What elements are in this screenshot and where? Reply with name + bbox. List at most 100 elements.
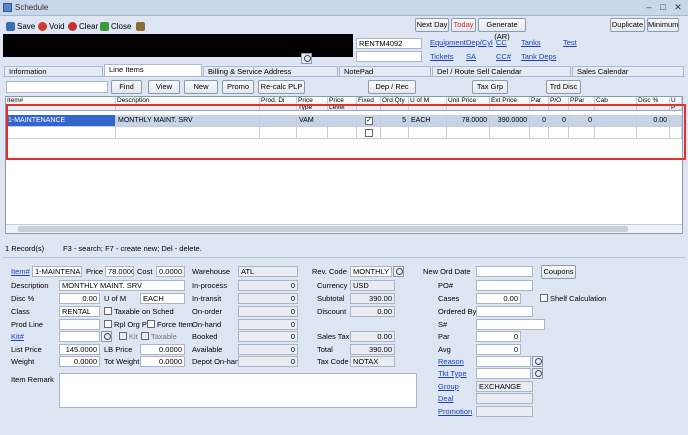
reason-field[interactable] xyxy=(476,356,531,367)
close-button[interactable]: Close xyxy=(100,20,131,32)
deal-link[interactable]: Deal xyxy=(438,394,453,403)
taxable-on-sched-checkbox[interactable] xyxy=(104,307,112,315)
equipment-link[interactable]: Equipment xyxy=(430,38,466,47)
promotion-link[interactable]: Promotion xyxy=(438,407,472,416)
close-icon[interactable]: ✕ xyxy=(671,2,685,13)
po-field[interactable] xyxy=(476,280,533,291)
rev-code-search-icon[interactable] xyxy=(393,266,404,277)
on-order-field: 0 xyxy=(238,306,298,317)
tkt-type-search-icon[interactable] xyxy=(532,368,543,379)
cases-field[interactable]: 0.00 xyxy=(476,293,521,304)
today-button[interactable]: Today xyxy=(451,18,476,32)
person-button[interactable] xyxy=(136,20,145,32)
tkt-type-link[interactable]: Tkt Type xyxy=(438,369,467,378)
avg-field[interactable]: 0 xyxy=(476,344,521,355)
lb-price-field[interactable]: 0.0000 xyxy=(140,344,185,355)
dep-cyl-link[interactable]: Dep/Cyl xyxy=(466,38,493,47)
description-field[interactable]: MONTHLY MAINT. SRV xyxy=(59,280,185,291)
tab-line-items[interactable]: Line Items xyxy=(104,64,202,76)
save-button[interactable]: Save xyxy=(6,20,35,32)
item-field[interactable]: 1-MAINTENANC xyxy=(32,266,82,277)
kit-checkbox[interactable] xyxy=(119,332,127,340)
generate-ar-button[interactable]: Generate (AR) xyxy=(478,18,526,41)
kit-link[interactable]: Kit# xyxy=(11,332,24,341)
kit-field[interactable] xyxy=(59,331,100,342)
cost-label: Cost xyxy=(137,267,153,276)
group-link[interactable]: Group xyxy=(438,382,459,391)
dep-rec-button[interactable]: Dep / Rec xyxy=(368,80,416,94)
s-number-field[interactable] xyxy=(476,319,545,330)
ordered-by-field[interactable] xyxy=(476,306,533,317)
force-item-checkbox[interactable] xyxy=(147,320,155,328)
tab-del-route-calendar[interactable]: Del / Route Sell Calendar xyxy=(432,66,571,76)
price-field[interactable]: 78.0000 xyxy=(105,266,134,277)
available-field: 0 xyxy=(238,344,298,355)
trd-disc-button[interactable]: Trd Disc xyxy=(546,80,581,94)
item-search-input[interactable] xyxy=(6,81,108,93)
minimum-button[interactable]: Minimum xyxy=(647,18,679,32)
tanks-link[interactable]: Tanks xyxy=(521,38,541,47)
void-icon xyxy=(38,21,47,31)
weight-field[interactable]: 0.0000 xyxy=(59,356,100,367)
promotion-field xyxy=(476,406,533,417)
class-label: Class xyxy=(11,307,30,316)
uom-field[interactable]: EACH xyxy=(140,293,185,304)
sa-link[interactable]: SA xyxy=(466,52,476,61)
maximize-icon[interactable]: □ xyxy=(656,2,670,12)
recalc-plp-button[interactable]: Re-calc PLP xyxy=(258,80,305,94)
clear-button[interactable]: Clear xyxy=(68,20,98,32)
tot-weight-field[interactable]: 0.0000 xyxy=(140,356,185,367)
item-link[interactable]: Item# xyxy=(11,267,30,276)
rev-code-field[interactable]: MONTHLY xyxy=(350,266,392,277)
taxable-checkbox[interactable] xyxy=(141,332,149,340)
new-button[interactable]: New xyxy=(184,80,218,94)
account-secondary-field[interactable] xyxy=(356,51,422,62)
force-item-label: Force Item xyxy=(157,320,193,329)
par-field[interactable]: 0 xyxy=(476,331,521,342)
avg-label: Avg xyxy=(438,345,451,354)
coupons-button[interactable]: Coupons xyxy=(541,265,576,279)
minimize-icon[interactable]: – xyxy=(642,2,656,12)
list-price-field[interactable]: 145.0000 xyxy=(59,344,100,355)
tax-grp-button[interactable]: Tax Grp xyxy=(472,80,508,94)
kit-search-icon[interactable] xyxy=(101,331,112,342)
duplicate-button[interactable]: Duplicate xyxy=(610,18,645,32)
view-button[interactable]: View xyxy=(148,80,180,94)
tickets-link[interactable]: Tickets xyxy=(430,52,453,61)
void-button[interactable]: Void xyxy=(38,20,65,32)
new-ord-date-label: New Ord Date xyxy=(423,267,471,276)
class-field[interactable]: RENTAL xyxy=(59,306,100,317)
new-ord-date-field[interactable] xyxy=(476,266,533,277)
cc-link[interactable]: CC xyxy=(496,38,507,47)
disc-field[interactable]: 0.00 xyxy=(59,293,100,304)
shelf-calc-checkbox[interactable] xyxy=(540,294,548,302)
cc-number-link[interactable]: CC# xyxy=(496,52,511,61)
horizontal-scrollbar[interactable] xyxy=(6,224,682,233)
customer-search-icon[interactable] xyxy=(301,53,312,64)
warehouse-label: Warehouse xyxy=(192,267,231,276)
tab-billing-service-address[interactable]: Billing & Service Address xyxy=(203,66,338,76)
tank-deps-link[interactable]: Tank Deps xyxy=(521,52,556,61)
account-code-field[interactable]: RENTM4092 xyxy=(356,38,422,49)
available-label: Available xyxy=(192,345,223,354)
in-transit-field: 0 xyxy=(238,293,298,304)
item-remark-field[interactable] xyxy=(59,373,417,408)
tab-notepad[interactable]: NotePad xyxy=(339,66,431,76)
find-button[interactable]: Find xyxy=(111,80,142,94)
reason-search-icon[interactable] xyxy=(532,356,543,367)
disc-label: Disc % xyxy=(11,294,35,303)
scrollbar-thumb[interactable] xyxy=(18,226,628,232)
rpl-org-prc-checkbox[interactable] xyxy=(104,320,112,328)
tkt-type-field[interactable] xyxy=(476,368,531,379)
tab-information[interactable]: Information xyxy=(4,66,103,76)
total-label: Total xyxy=(317,345,333,354)
test-link[interactable]: Test xyxy=(563,38,577,47)
promo-button[interactable]: Promo xyxy=(222,80,254,94)
par-label: Par xyxy=(438,332,450,341)
prod-line-field[interactable] xyxy=(59,319,100,330)
reason-link[interactable]: Reason xyxy=(438,357,464,366)
tab-sales-calendar[interactable]: Sales Calendar xyxy=(572,66,684,76)
prod-line-label: Prod Line xyxy=(11,320,44,329)
cost-field[interactable]: 0.0000 xyxy=(156,266,185,277)
next-day-button[interactable]: Next Day xyxy=(415,18,449,32)
